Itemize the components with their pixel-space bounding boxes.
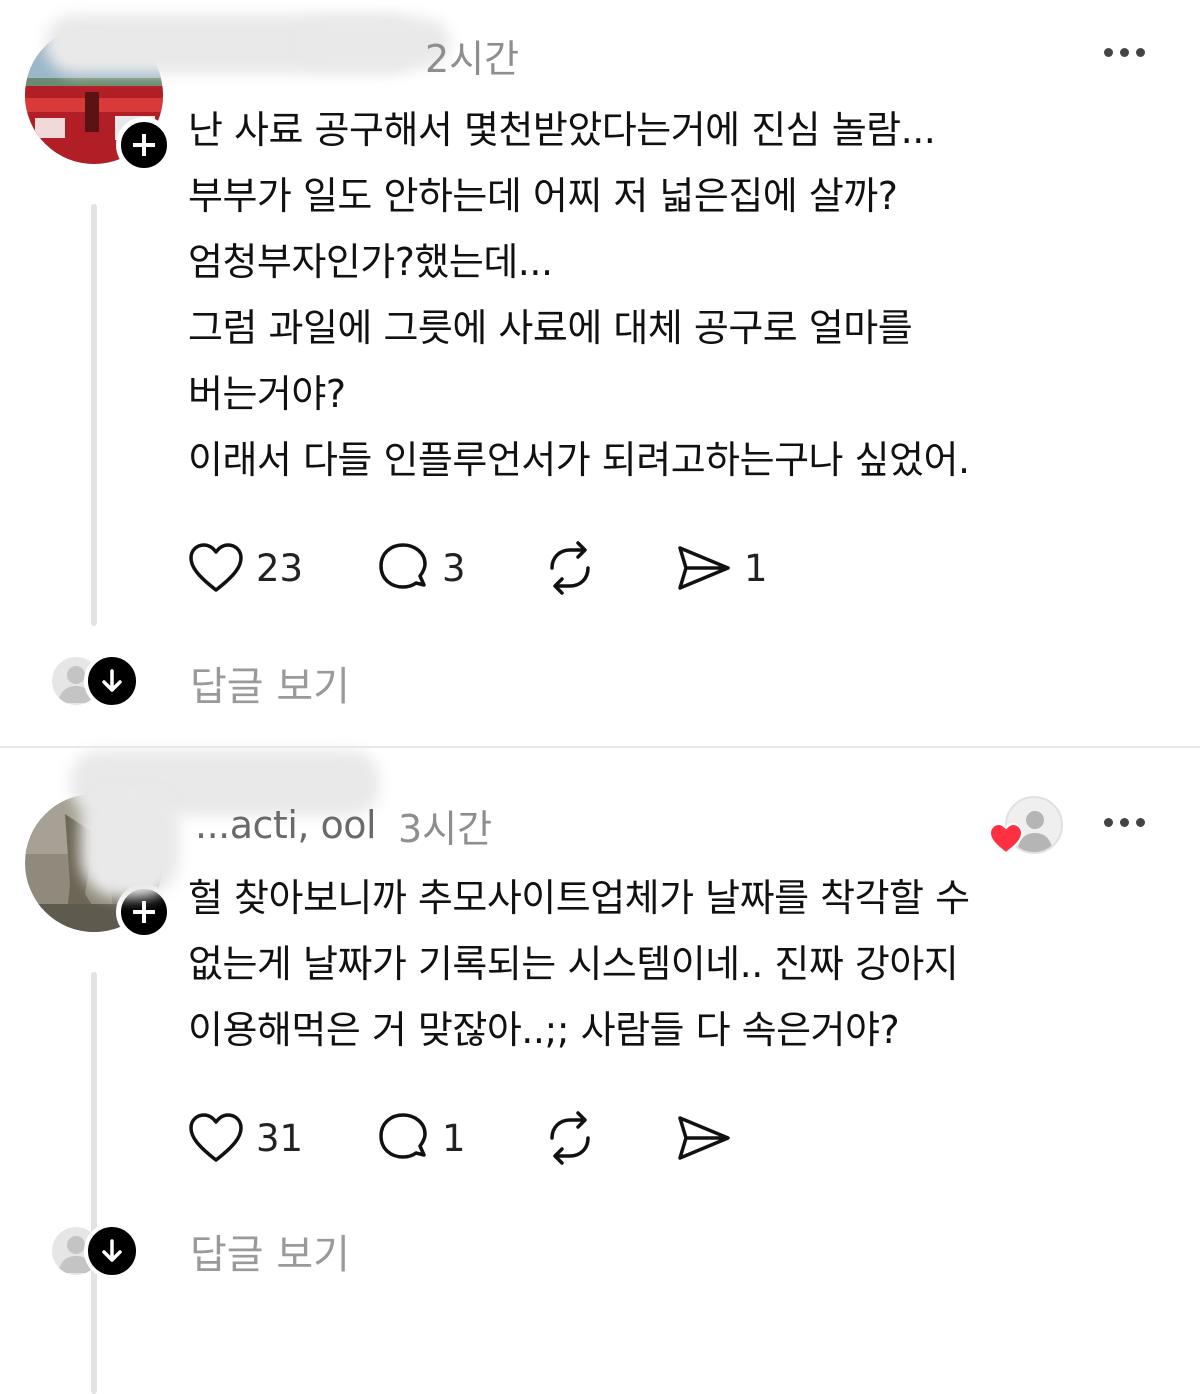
- share-button[interactable]: 1: [676, 542, 768, 594]
- post-text-line: 이용해먹은 거 맞잖아..;; 사람들 다 속은거야?: [188, 1008, 900, 1052]
- share-icon: [678, 1116, 730, 1160]
- post-text-line: 부부가 일도 안하는데 어찌 저 넓은집에 살까?: [188, 174, 898, 218]
- post-text-line: 헐 찾아보니까 추모사이트업체가 날짜를 착각할 수: [188, 876, 970, 920]
- post-text-line: 이래서 다들 인플루언서가 되려고하는구나 싶었어.: [188, 438, 970, 482]
- action-bar: 31 1: [188, 1108, 744, 1168]
- post-text-line: 엄청부자인가?했는데...: [188, 240, 553, 284]
- repost-icon: [550, 1111, 590, 1165]
- follow-button[interactable]: [116, 117, 172, 173]
- thread-line: [91, 204, 97, 626]
- arrow-down-icon: [102, 1239, 122, 1262]
- like-count: 31: [256, 1116, 304, 1160]
- view-replies-link[interactable]: 답글 보기: [190, 1222, 350, 1280]
- expand-replies-badge[interactable]: [84, 653, 140, 709]
- expand-replies-badge[interactable]: [84, 1223, 140, 1279]
- post-text: 난 사료 공구해서 몇천받았다는거에 진심 놀람... 부부가 일도 안하는데 …: [188, 97, 970, 493]
- post-text-line: 그럼 과일에 그릇에 사료에 대체 공구로 얼마를: [188, 306, 913, 350]
- arrow-down-icon: [102, 669, 122, 692]
- thread-line: [91, 972, 97, 1394]
- post-text-line: 난 사료 공구해서 몇천받았다는거에 진심 놀람...: [188, 108, 936, 152]
- share-icon: [678, 546, 730, 590]
- comment-count: 3: [442, 546, 466, 590]
- more-icon[interactable]: [1104, 818, 1145, 827]
- post-time: 2시간: [425, 37, 520, 81]
- share-count: 1: [744, 546, 768, 590]
- plus-icon: [133, 901, 155, 923]
- post-time: 3시간: [398, 807, 493, 851]
- more-icon[interactable]: [1104, 48, 1145, 57]
- repost-button[interactable]: [542, 540, 676, 596]
- view-replies-link[interactable]: 답글 보기: [190, 654, 350, 712]
- author-liked-heart-icon: [989, 823, 1023, 855]
- post-1: 2시간 난 사료 공구해서 몇천받았다는거에 진심 놀람... 부부가 일도 안…: [0, 0, 1200, 746]
- repost-button[interactable]: [542, 1110, 676, 1166]
- post-text-line: 버는거야?: [188, 372, 346, 416]
- heart-icon: [189, 1113, 243, 1162]
- post-2: ...acti, ool 3시간 헐 찾아보니까 추모사이트업체가 날짜를 착각…: [0, 748, 1200, 1394]
- reply-avatars[interactable]: [52, 653, 140, 709]
- comment-icon: [379, 1113, 427, 1159]
- plus-icon: [133, 134, 155, 156]
- reply-avatars[interactable]: [52, 1223, 140, 1279]
- comment-button[interactable]: 3: [376, 541, 542, 595]
- repost-icon: [550, 541, 590, 595]
- comment-button[interactable]: 1: [376, 1111, 542, 1165]
- comment-icon: [379, 543, 427, 589]
- like-count: 23: [256, 546, 304, 590]
- post-text: 헐 찾아보니까 추모사이트업체가 날짜를 착각할 수 없는게 날짜가 기록되는 …: [188, 865, 970, 1063]
- heart-icon: [189, 543, 243, 592]
- share-button[interactable]: [676, 1112, 744, 1164]
- like-button[interactable]: 31: [188, 1112, 376, 1164]
- post-text-line: 없는게 날짜가 기록되는 시스템이네.. 진짜 강아지: [188, 942, 959, 986]
- like-button[interactable]: 23: [188, 542, 376, 594]
- comment-count: 1: [442, 1116, 466, 1160]
- action-bar: 23 3 1: [188, 538, 768, 598]
- blurred-avatar-overlay: [80, 788, 180, 898]
- username[interactable]: ...acti, ool: [195, 803, 377, 847]
